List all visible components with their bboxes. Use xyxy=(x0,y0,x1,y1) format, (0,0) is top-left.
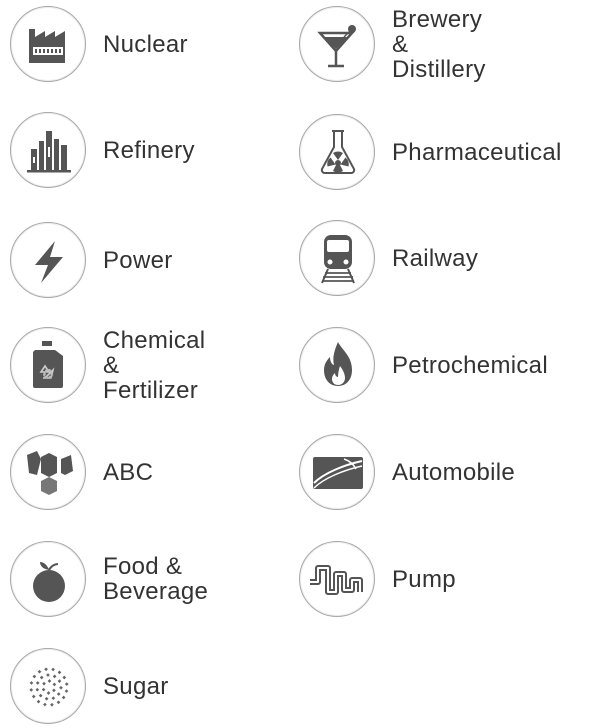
refinery-icon xyxy=(10,112,86,188)
train-icon xyxy=(299,220,375,296)
lightning-icon xyxy=(10,222,86,298)
flask-icon xyxy=(299,114,375,190)
industry-label: Chemical & Fertilizer xyxy=(103,326,206,404)
sugar-crystals-icon xyxy=(10,648,86,724)
industry-label: Refinery xyxy=(103,136,195,164)
industry-label: Automobile xyxy=(392,458,516,486)
industry-label: Petrochemical xyxy=(392,351,548,379)
factory-icon xyxy=(10,6,86,82)
chemical-canister-icon: ♻ xyxy=(10,327,86,403)
industry-label: ABC xyxy=(103,458,154,486)
hexagon-blocks-icon xyxy=(10,434,86,510)
industry-label: Food & Beverage xyxy=(103,553,209,605)
industry-label: Railway xyxy=(392,244,479,272)
industry-label: Brewery & Distillery xyxy=(392,5,486,83)
industry-label: Power xyxy=(103,246,173,274)
automobile-icon xyxy=(299,434,375,510)
fruit-icon xyxy=(10,541,86,617)
flame-icon xyxy=(299,327,375,403)
industry-label: Sugar xyxy=(103,672,169,700)
pump-pipe-icon xyxy=(299,541,375,617)
cocktail-glass-icon xyxy=(299,6,375,82)
industry-label: Nuclear xyxy=(103,30,188,58)
svg-text:♻: ♻ xyxy=(42,367,55,383)
industry-label: Pharmaceutical xyxy=(392,138,562,166)
industry-label: Pump xyxy=(392,565,456,593)
